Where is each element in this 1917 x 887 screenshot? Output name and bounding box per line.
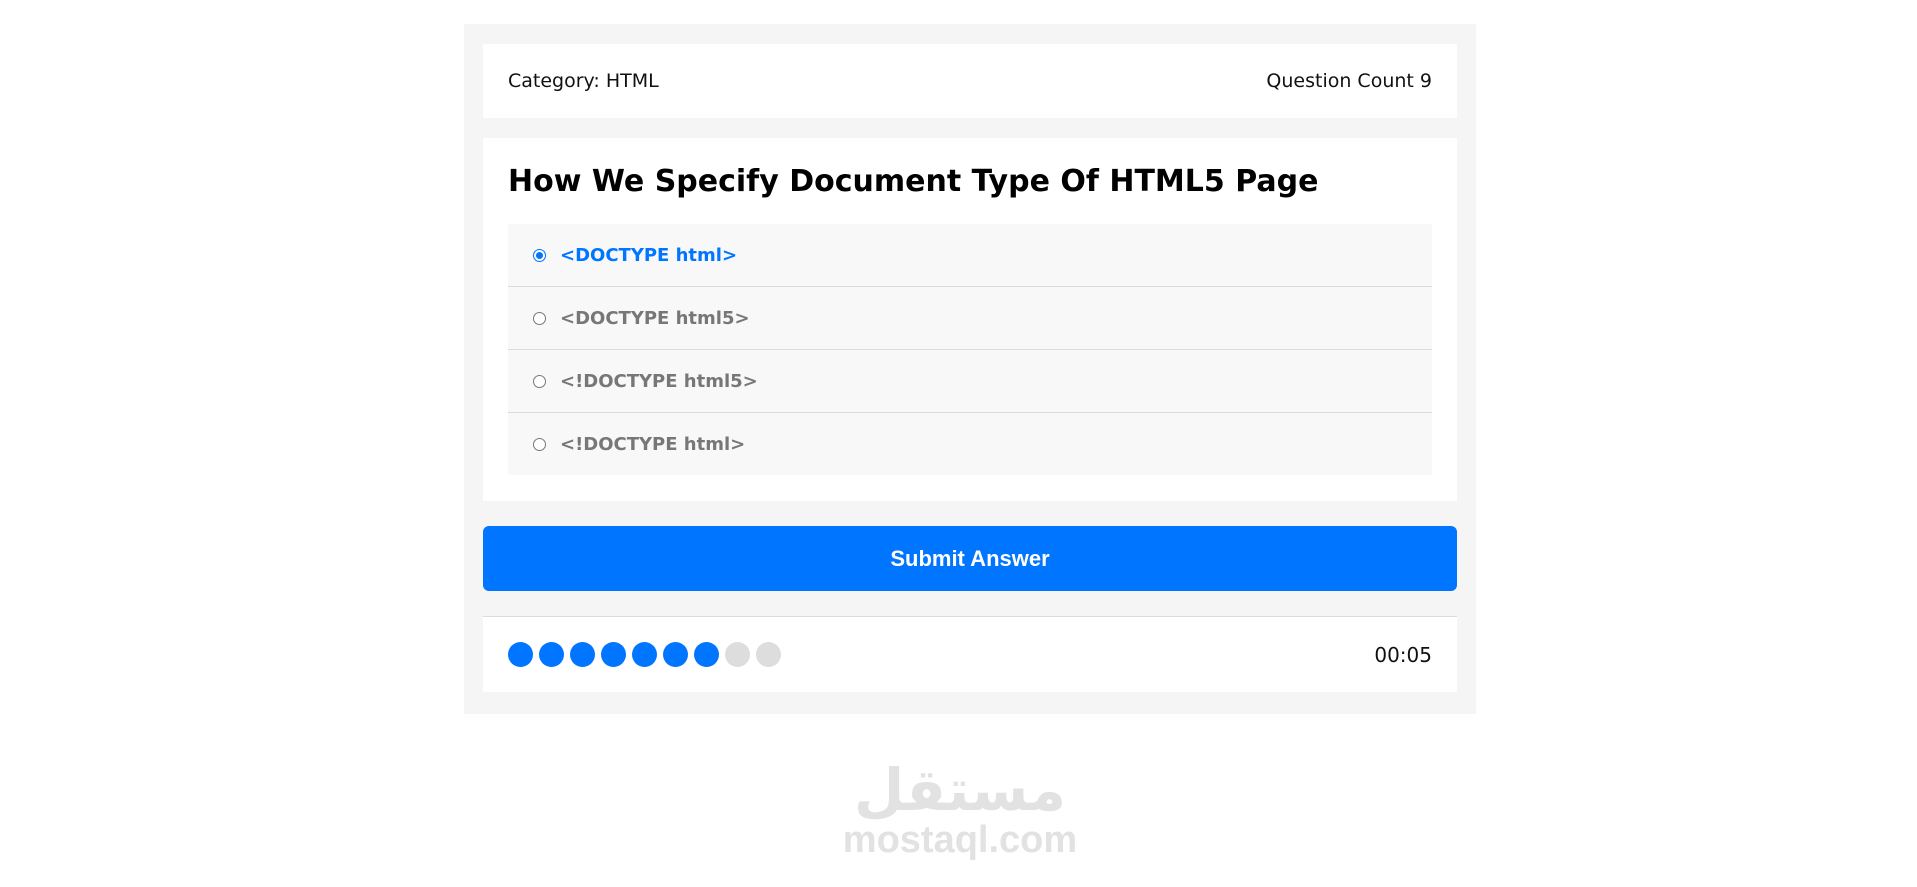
watermark-arabic: مستقل [853, 756, 1067, 824]
submit-answer-button[interactable]: Submit Answer [483, 526, 1457, 591]
radio-button[interactable] [533, 311, 546, 325]
progress-bullets [508, 642, 781, 667]
progress-bullet-on [570, 642, 595, 667]
watermark-latin: mostaql.com [842, 819, 1078, 861]
quiz-app: Category: HTML Question Count 9 How We S… [464, 24, 1476, 714]
quiz-footer: 00:05 [483, 616, 1457, 692]
quiz-area: How We Specify Document Type Of HTML5 Pa… [483, 138, 1457, 501]
mostaql-watermark: مستقل mostaql.com [820, 760, 1100, 860]
answer-option[interactable]: <DOCTYPE html5> [508, 287, 1432, 350]
progress-bullet-on [508, 642, 533, 667]
category-label: Category: [508, 70, 600, 92]
progress-bullet-on [694, 642, 719, 667]
countdown-timer: 00:05 [1374, 642, 1432, 667]
radio-button[interactable] [533, 248, 546, 262]
progress-bullet-on [601, 642, 626, 667]
answer-label[interactable]: <!DOCTYPE html5> [560, 371, 758, 392]
answers-area: <DOCTYPE html> <DOCTYPE html5> <!DOCTYPE… [508, 224, 1432, 475]
question-count: Question Count 9 [1266, 70, 1432, 92]
question-count-value: 9 [1419, 70, 1432, 92]
answer-option[interactable]: <!DOCTYPE html> [508, 413, 1432, 475]
category-value: HTML [605, 70, 659, 92]
answer-label[interactable]: <!DOCTYPE html> [560, 434, 745, 455]
progress-bullet-off [725, 642, 750, 667]
radio-button[interactable] [533, 437, 546, 451]
progress-bullet-on [539, 642, 564, 667]
question-count-label: Question Count [1266, 70, 1414, 92]
progress-bullet-on [663, 642, 688, 667]
progress-bullet-on [632, 642, 657, 667]
radio-button[interactable] [533, 374, 546, 388]
answer-label[interactable]: <DOCTYPE html> [560, 245, 737, 266]
answer-option[interactable]: <DOCTYPE html> [508, 224, 1432, 287]
answer-option[interactable]: <!DOCTYPE html5> [508, 350, 1432, 413]
answer-label[interactable]: <DOCTYPE html5> [560, 308, 750, 329]
category: Category: HTML [508, 70, 659, 92]
question-title: How We Specify Document Type Of HTML5 Pa… [508, 164, 1319, 199]
progress-bullet-off [756, 642, 781, 667]
quiz-info-bar: Category: HTML Question Count 9 [483, 44, 1457, 118]
